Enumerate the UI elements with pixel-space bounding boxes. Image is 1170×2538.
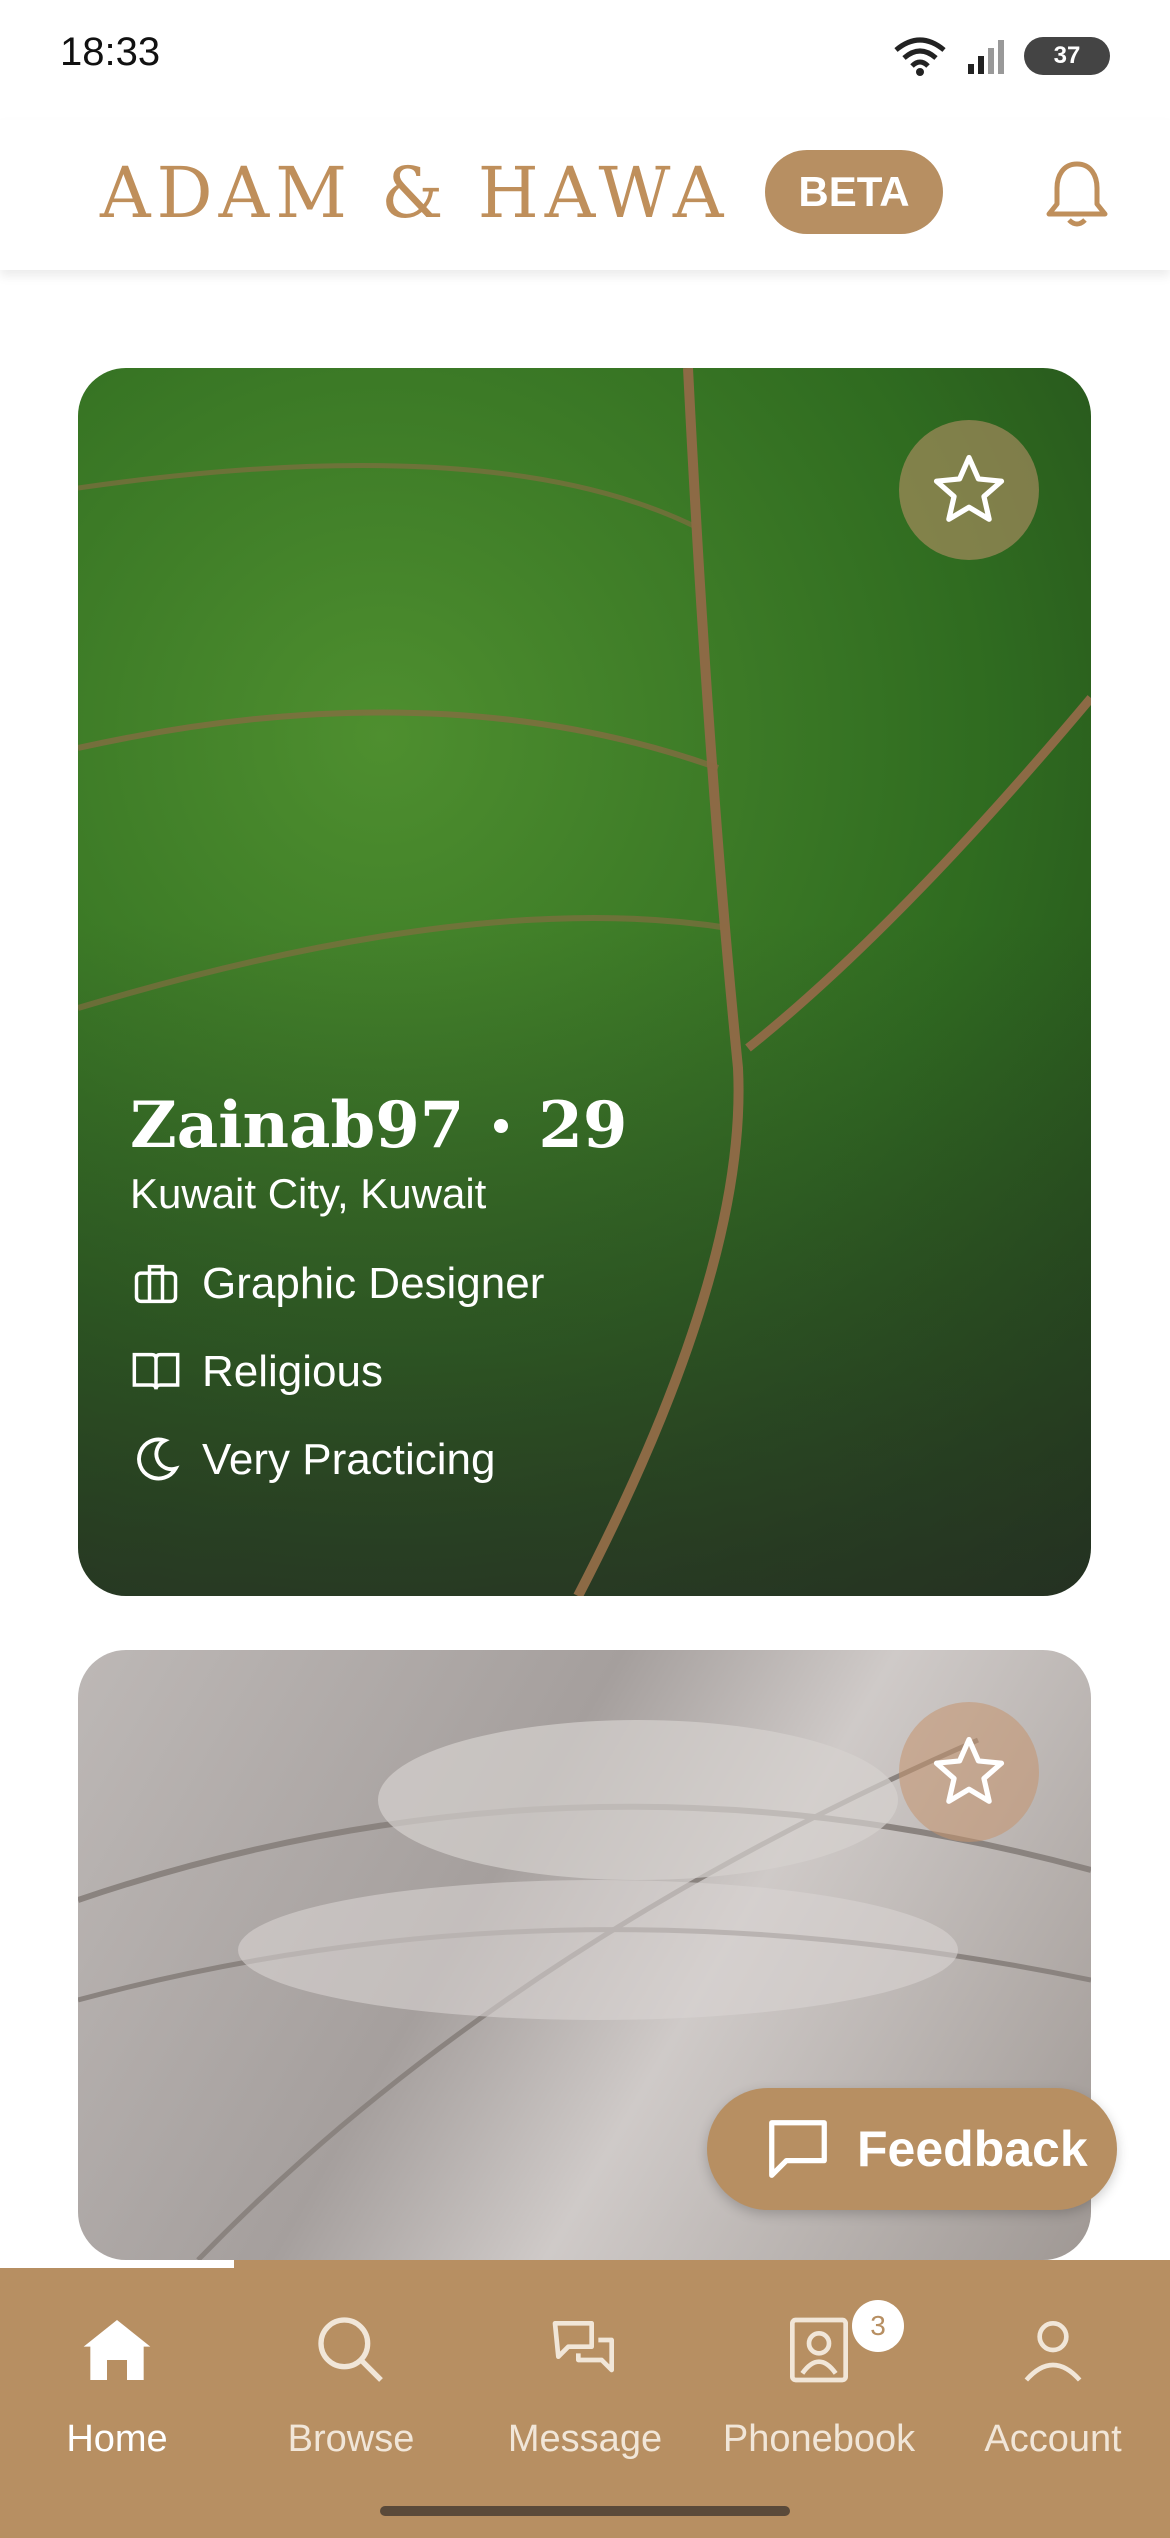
profile-card[interactable]: Zainab97 29 Kuwait City, Kuwait Graphic … bbox=[78, 368, 1091, 1596]
app-header: ADAM & HAWA BETA bbox=[0, 120, 1170, 270]
beta-badge: BETA bbox=[765, 150, 943, 234]
nav-home[interactable]: Home bbox=[0, 2310, 234, 2461]
profile-age: 29 bbox=[538, 1088, 628, 1163]
nav-browse[interactable]: Browse bbox=[234, 2310, 468, 2461]
notification-badge: 3 bbox=[852, 2300, 904, 2352]
favorite-button[interactable] bbox=[899, 1702, 1039, 1842]
nav-account[interactable]: Account bbox=[936, 2310, 1170, 2461]
nav-phonebook-label: Phonebook bbox=[722, 2418, 916, 2460]
profile-name: Zainab97 29 bbox=[130, 1088, 627, 1163]
search-icon bbox=[318, 2317, 383, 2382]
nav-phonebook[interactable]: 3 Phonebook bbox=[702, 2300, 936, 2461]
nav-browse-label: Browse bbox=[287, 2418, 415, 2460]
profile-location: Kuwait City, Kuwait bbox=[130, 1170, 487, 1217]
practice-text: Very Practicing bbox=[202, 1435, 496, 1484]
nav-message[interactable]: Message bbox=[468, 2310, 702, 2461]
star-icon bbox=[933, 454, 1005, 522]
wifi-icon bbox=[894, 37, 946, 76]
profile-username: Zainab97 bbox=[130, 1088, 465, 1163]
home-indicator-bar bbox=[380, 2506, 790, 2516]
practice-row: Very Practicing bbox=[130, 1434, 495, 1486]
feedback-button[interactable]: Feedback bbox=[707, 2088, 1117, 2210]
home-icon bbox=[83, 2320, 151, 2380]
signal-icon bbox=[968, 40, 1004, 74]
user-icon bbox=[1024, 2321, 1082, 2382]
favorite-button[interactable] bbox=[899, 420, 1039, 560]
separator-dot bbox=[494, 1118, 509, 1133]
profession-text: Graphic Designer bbox=[202, 1259, 545, 1308]
chat-bubble-icon bbox=[769, 2120, 827, 2178]
app-logo: ADAM & HAWA bbox=[100, 152, 730, 234]
message-icon bbox=[552, 2321, 614, 2373]
contact-book-icon bbox=[790, 2317, 848, 2383]
bell-icon[interactable] bbox=[1039, 156, 1115, 232]
star-icon bbox=[933, 1736, 1005, 1804]
nav-home-label: Home bbox=[66, 2418, 168, 2460]
nav-message-label: Message bbox=[507, 2418, 663, 2460]
status-bar: 18:33 37 bbox=[0, 0, 1170, 120]
battery-indicator: 37 bbox=[1024, 37, 1110, 75]
nav-account-label: Account bbox=[984, 2418, 1122, 2460]
status-icons: 37 bbox=[892, 36, 1110, 76]
briefcase-icon bbox=[134, 1264, 178, 1304]
status-time: 18:33 bbox=[60, 30, 161, 74]
profession-row: Graphic Designer bbox=[130, 1258, 544, 1310]
feedback-label: Feedback bbox=[857, 2121, 1088, 2177]
moon-icon bbox=[137, 1437, 180, 1481]
book-icon bbox=[132, 1352, 180, 1390]
bottom-nav: Home Browse Message 3 Phonebook Account bbox=[0, 2260, 1170, 2538]
active-tab-indicator bbox=[0, 2260, 234, 2268]
religiousness-row: Religious bbox=[130, 1346, 383, 1398]
religiousness-text: Religious bbox=[202, 1347, 383, 1396]
